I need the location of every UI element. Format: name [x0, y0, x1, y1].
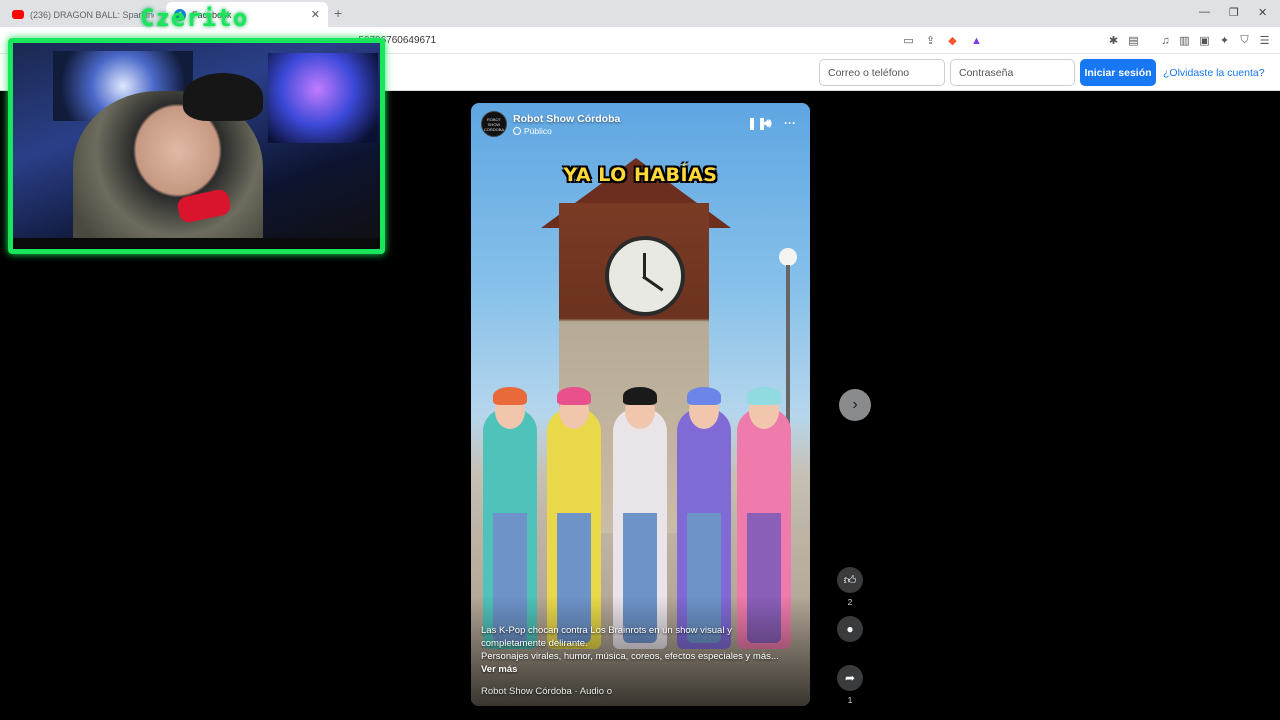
- streamer-name: Czerito: [140, 4, 249, 32]
- ai-icon[interactable]: ✦: [1218, 34, 1231, 47]
- comment-icon: ●: [846, 622, 854, 636]
- globe-icon: [513, 126, 521, 135]
- character-2-hair: [557, 387, 591, 405]
- character-1-hair: [493, 387, 527, 405]
- password-field[interactable]: Contraseña: [950, 59, 1075, 86]
- tab-youtube-label: (236) DRAGON BALL: Sparking! ZE...: [30, 9, 154, 20]
- close-window-icon[interactable]: ✕: [1258, 6, 1267, 19]
- share-icon[interactable]: ⇪: [924, 34, 937, 47]
- minimize-icon[interactable]: —: [1199, 6, 1210, 18]
- share-count: 1: [847, 695, 853, 705]
- page-avatar[interactable]: ROBOT SHOW CORDOBA: [481, 111, 507, 137]
- character-4-hair: [687, 387, 721, 405]
- share-arrow-icon: ➦: [844, 671, 856, 685]
- next-video-button[interactable]: ›: [839, 389, 871, 421]
- chevron-right-icon: ›: [852, 396, 858, 413]
- privacy-text: Público: [524, 125, 552, 136]
- share-button[interactable]: ➦: [837, 665, 863, 691]
- youtube-icon: [12, 10, 24, 19]
- forgot-account-link[interactable]: ¿Olvidaste la cuenta?: [1163, 67, 1265, 79]
- vpn-icon[interactable]: ⛉: [1238, 34, 1251, 47]
- login-button[interactable]: Iniciar sesión: [1080, 59, 1156, 86]
- background-monitor-right: [268, 53, 378, 143]
- page-name[interactable]: Robot Show Córdoba: [513, 113, 620, 125]
- privacy-label: Público: [513, 126, 620, 136]
- audio-attribution[interactable]: Robot Show Córdoba · Audio o: [481, 686, 612, 697]
- volume-icon[interactable]: 🔊︎: [764, 116, 772, 131]
- video-caption: Las K-Pop chocan contra Los Brainrots en…: [481, 624, 801, 676]
- character-3-hair: [623, 387, 657, 405]
- like-count: 2: [847, 597, 853, 607]
- street-lamp: [779, 248, 797, 266]
- video-headline: YA LO HABÍAS: [563, 164, 718, 186]
- reel-video[interactable]: ROBOT SHOW CORDOBA Robot Show Córdoba Pú…: [471, 103, 810, 706]
- cast-icon[interactable]: ▭: [902, 34, 915, 47]
- more-options-icon[interactable]: ···: [784, 116, 796, 130]
- webcam-bottom-strip: [13, 238, 380, 249]
- close-tab-icon[interactable]: ✕: [311, 8, 320, 21]
- tab-youtube[interactable]: (236) DRAGON BALL: Sparking! ZE...: [4, 2, 162, 27]
- see-more-link[interactable]: Ver más: [481, 663, 801, 676]
- video-header: ROBOT SHOW CORDOBA Robot Show Córdoba Pú…: [481, 111, 620, 137]
- brave-rewards-icon[interactable]: ▲: [970, 34, 983, 47]
- webcam-overlay: [8, 38, 385, 254]
- email-field[interactable]: Correo o teléfono: [819, 59, 945, 86]
- sidebar-icon[interactable]: ▥: [1178, 34, 1191, 47]
- wallet-icon[interactable]: ▣: [1198, 34, 1211, 47]
- like-button[interactable]: 👍︎: [837, 567, 863, 593]
- brave-shield-icon[interactable]: ◆: [946, 34, 959, 47]
- character-5-hair: [747, 387, 781, 405]
- caption-line-3: Personajes virales, humor, música, coreo…: [481, 651, 779, 662]
- thumbs-up-icon: 👍︎: [843, 572, 857, 587]
- streamer-hair: [183, 73, 263, 121]
- music-icon[interactable]: ♫: [1159, 34, 1172, 47]
- new-tab-icon[interactable]: +: [334, 5, 342, 21]
- reader-icon[interactable]: ▤: [1127, 34, 1140, 47]
- caption-line-1: Las K-Pop chocan contra Los Brainrots en…: [481, 625, 732, 636]
- restore-icon[interactable]: ❐: [1229, 6, 1239, 19]
- extensions-icon[interactable]: ✱: [1107, 34, 1120, 47]
- menu-icon[interactable]: ☰: [1258, 34, 1271, 47]
- caption-line-2: completamente delirante.: [481, 638, 588, 649]
- comment-button[interactable]: ●: [837, 616, 863, 642]
